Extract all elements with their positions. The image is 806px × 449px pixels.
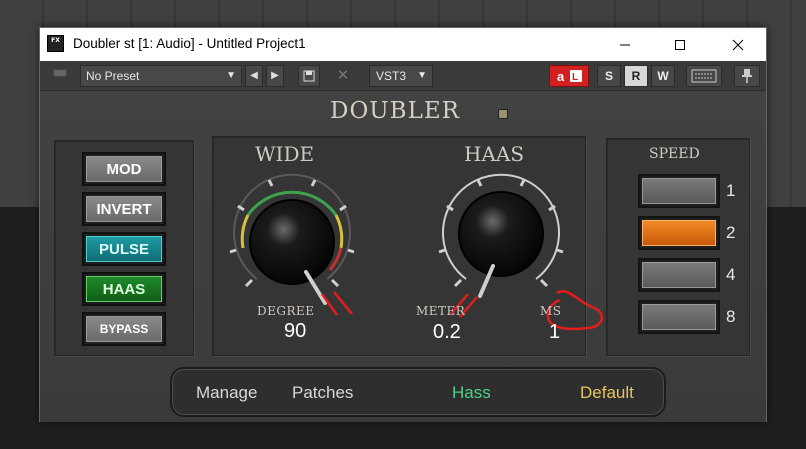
speed-8-face xyxy=(642,304,716,330)
haas-button[interactable]: HAAS xyxy=(82,272,166,306)
manage-button[interactable]: Manage xyxy=(196,383,257,403)
format-dropdown[interactable]: VST3 ▼ xyxy=(369,65,433,87)
svg-text:L: L xyxy=(572,72,578,83)
ms-value: 1 xyxy=(549,321,561,343)
degree-label: DEGREE xyxy=(257,304,315,318)
app-icon-text: FX xyxy=(51,37,60,44)
mod-button-label: MOD xyxy=(86,156,162,182)
next-arrow-icon: ▶ xyxy=(271,70,279,81)
speed-8-label: 8 xyxy=(726,307,736,326)
s-button[interactable]: S xyxy=(597,65,621,87)
pulse-button-label: PULSE xyxy=(86,236,162,262)
pin-button[interactable] xyxy=(734,65,760,87)
auto-latch-button[interactable]: aL xyxy=(549,65,589,87)
keyboard-icon xyxy=(691,69,717,83)
window-title: Doubler st [1: Audio] - Untitled Project… xyxy=(73,36,306,51)
next-preset-button[interactable]: ▶ xyxy=(266,65,284,87)
meter-label: METER xyxy=(416,304,466,318)
mod-button[interactable]: MOD xyxy=(82,152,166,186)
haas-heading: HAAS xyxy=(464,142,525,166)
speed-1-label: 1 xyxy=(726,181,736,200)
speed-1-face xyxy=(642,178,716,204)
speed-8-button[interactable] xyxy=(638,300,720,334)
minimize-icon xyxy=(620,44,630,45)
ms-label: MS xyxy=(540,304,562,318)
close-icon xyxy=(732,39,744,50)
speed-4-face xyxy=(642,262,716,288)
speed-2-button[interactable] xyxy=(638,216,720,250)
maximize-icon xyxy=(675,39,685,50)
save-preset-button[interactable] xyxy=(298,65,320,87)
w-button[interactable]: W xyxy=(651,65,675,87)
format-label: VST3 xyxy=(376,69,407,83)
patch-name[interactable]: Hass xyxy=(452,383,491,403)
save-icon xyxy=(303,70,315,82)
delete-icon: ✕ xyxy=(336,67,350,84)
minimize-button[interactable] xyxy=(597,28,653,61)
maximize-button[interactable] xyxy=(652,28,708,61)
patch-bar: Manage Patches Hass Default xyxy=(170,367,666,417)
speed-heading: SPEED xyxy=(649,146,700,162)
wide-heading: WIDE xyxy=(255,142,315,166)
bank-icon-button[interactable] xyxy=(46,65,74,87)
speed-2-face xyxy=(642,220,716,246)
plugin-toolbar: No Preset ▼ ◀ ▶ ✕ VST3 ▼ aL S R W xyxy=(40,61,766,91)
auto-latch-icon: aL xyxy=(557,69,582,84)
r-button[interactable]: R xyxy=(624,65,648,87)
pin-icon xyxy=(742,69,752,83)
speed-2-label: 2 xyxy=(726,223,736,242)
fx-app-icon: FX xyxy=(47,35,64,52)
meter-value: 0.2 xyxy=(433,321,461,343)
doubler-plugin-panel: DOUBLER MOD INVERT PULSE HAAS BYPASS WID… xyxy=(40,92,766,422)
close-button[interactable] xyxy=(710,28,766,61)
preset-label: No Preset xyxy=(86,69,140,83)
prev-arrow-icon: ◀ xyxy=(250,70,258,81)
plugin-window: FX Doubler st [1: Audio] - Untitled Proj… xyxy=(39,27,767,422)
bypass-button-label: BYPASS xyxy=(86,316,162,342)
preset-dropdown[interactable]: No Preset ▼ xyxy=(80,65,242,87)
invert-button[interactable]: INVERT xyxy=(82,192,166,226)
plugin-title: DOUBLER xyxy=(330,98,460,124)
title-bar: FX Doubler st [1: Audio] - Untitled Proj… xyxy=(40,28,766,61)
bypass-button[interactable]: BYPASS xyxy=(82,312,166,346)
prev-preset-button[interactable]: ◀ xyxy=(245,65,263,87)
default-button[interactable]: Default xyxy=(580,383,634,403)
speed-1-button[interactable] xyxy=(638,174,720,208)
keyboard-button[interactable] xyxy=(686,65,722,87)
delete-preset-button[interactable]: ✕ xyxy=(332,65,354,87)
haas-button-label: HAAS xyxy=(86,276,162,302)
speed-4-button[interactable] xyxy=(638,258,720,292)
degree-value: 90 xyxy=(284,320,307,342)
dropdown-arrow-icon: ▼ xyxy=(417,70,427,81)
bank-icon xyxy=(53,69,67,77)
speed-4-label: 4 xyxy=(726,265,736,284)
patches-button[interactable]: Patches xyxy=(292,383,353,403)
svg-text:a: a xyxy=(557,69,565,84)
invert-button-label: INVERT xyxy=(86,196,162,222)
status-led xyxy=(498,109,508,119)
pulse-button[interactable]: PULSE xyxy=(82,232,166,266)
dropdown-arrow-icon: ▼ xyxy=(226,70,236,81)
